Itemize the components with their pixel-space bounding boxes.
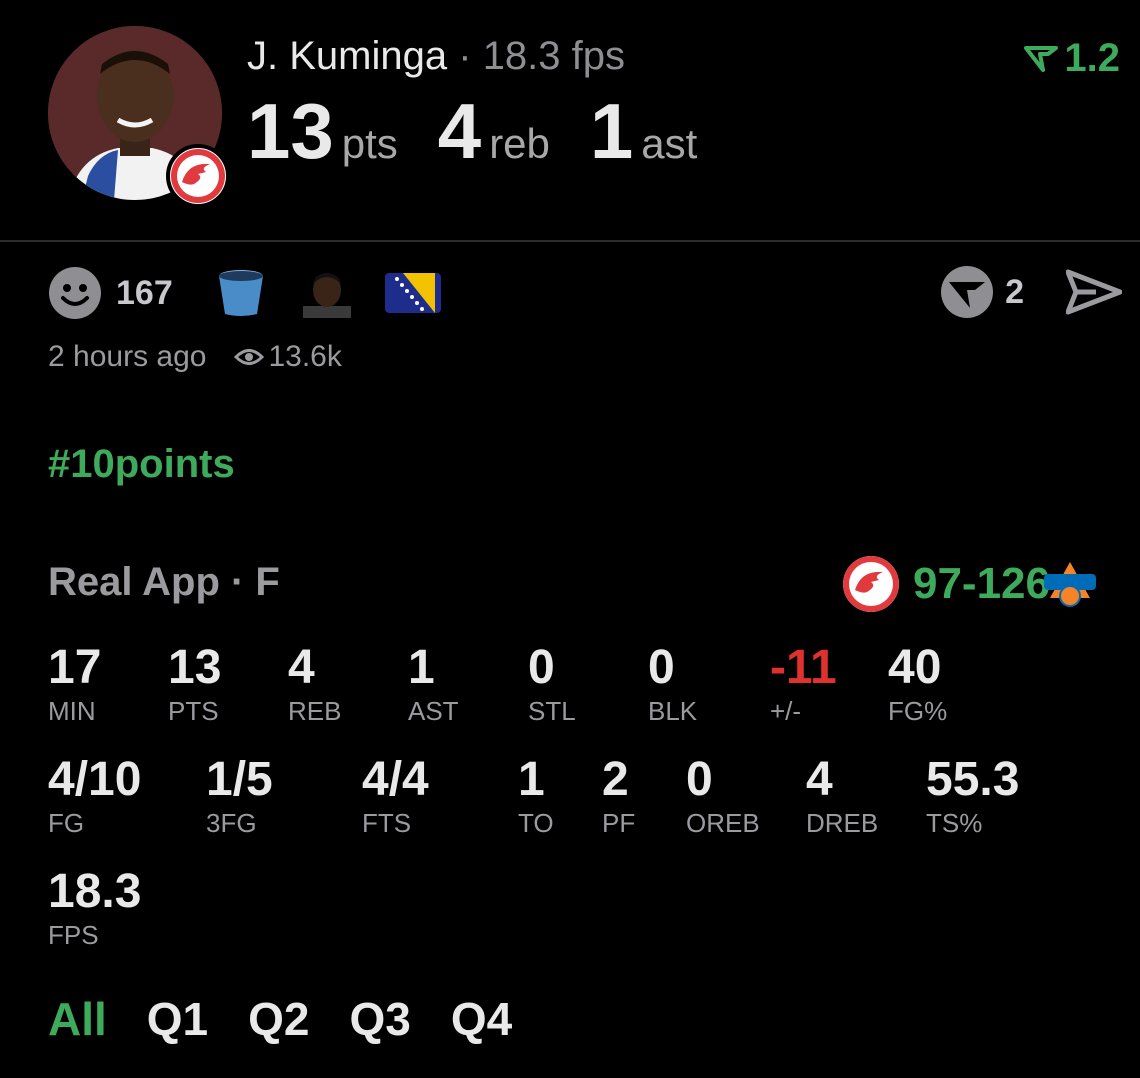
stat-label: 3FG [206, 808, 257, 838]
headline-stats: 13 pts 4 reb 1 ast [247, 86, 737, 177]
stat-label: REB [288, 696, 342, 726]
reactions-row: 167 [48, 266, 471, 320]
stat-stl: 0 STL [528, 642, 576, 728]
stat-label: TO [518, 808, 554, 838]
name-separator: · [458, 34, 472, 78]
stat-label: DREB [806, 808, 879, 838]
boost-count: 2 [1005, 272, 1024, 311]
stat-dreb: 4 DREB [806, 754, 878, 840]
view-count-group: 13.6k [234, 340, 342, 374]
stat-oreb: 0 OREB [686, 754, 760, 840]
stat-fts: 4/4 FTS [362, 754, 429, 840]
stat-ast: 1 AST [408, 642, 459, 728]
stat-value: 13 [168, 641, 222, 694]
player-fps: 18.3 fps [482, 34, 626, 78]
stat-label: +/- [770, 696, 802, 726]
header-divider [0, 240, 1140, 242]
stat-min: 17 MIN [48, 642, 101, 728]
stat-value: 0 [686, 753, 713, 806]
stat-to: 1 TO [518, 754, 554, 840]
player-face-emoji-icon[interactable] [299, 268, 355, 318]
player-header: J. Kuminga · 18.3 fps 13 pts 4 reb 1 ast… [0, 0, 1140, 240]
boost-badge[interactable]: 1.2 [1024, 36, 1120, 81]
send-icon[interactable] [1066, 268, 1122, 316]
stat-label: TS% [926, 808, 983, 838]
stat-value: 17 [48, 641, 102, 694]
stat-value: 4/10 [48, 753, 142, 806]
stat-fps: 18.3 FPS [48, 866, 141, 952]
ast-unit: ast [641, 120, 698, 167]
stat-value: 4 [288, 641, 315, 694]
stat-label: FPS [48, 920, 99, 950]
post-meta: 2 hours ago 13.6k [48, 340, 342, 374]
hawks-logo-icon [166, 144, 230, 208]
stat-value: 1/5 [206, 753, 273, 806]
tab-q2[interactable]: Q2 [248, 992, 309, 1046]
stat-pf: 2 PF [602, 754, 635, 840]
reb-value: 4 [437, 87, 482, 175]
stat-value: 55.3 [926, 753, 1020, 806]
stat-pts: 13 PTS [168, 642, 221, 728]
tab-q3[interactable]: Q3 [350, 992, 411, 1046]
smile-reaction-icon[interactable] [48, 266, 102, 320]
ast-value: 1 [589, 87, 634, 175]
stat-fg: 4/10 FG [48, 754, 141, 840]
player-name[interactable]: J. Kuminga [247, 34, 447, 78]
boost-circle-icon[interactable] [939, 264, 995, 320]
stat-value: 4 [806, 753, 833, 806]
stat-value: 4/4 [362, 753, 429, 806]
stat-label: FTS [362, 808, 412, 838]
player-name-line: J. Kuminga · 18.3 fps [247, 34, 625, 79]
boost-value: 1.2 [1064, 36, 1120, 80]
reaction-count: 167 [116, 273, 173, 312]
game-source: Real App · F [48, 560, 280, 604]
game-score[interactable]: 97-126 [842, 556, 1050, 612]
stat-label: AST [408, 696, 459, 726]
stat-label: PF [602, 808, 636, 838]
stat-plus-minus: -11 +/- [770, 642, 837, 728]
stat-reb: 4 REB [288, 642, 341, 728]
hashtag-link[interactable]: #10points [48, 442, 235, 487]
stat-fg-pct: 40 FG% [888, 642, 947, 728]
stat-label: MIN [48, 696, 96, 726]
stat-value: 0 [648, 641, 675, 694]
stat-ts-pct: 55.3 TS% [926, 754, 1019, 840]
bosnia-flag-icon[interactable] [384, 268, 441, 318]
score-value: 97-126 [912, 559, 1050, 608]
stat-label: FG% [888, 696, 948, 726]
reb-unit: reb [489, 120, 550, 167]
stat-value: 1 [518, 753, 545, 806]
stat-value: 2 [602, 753, 629, 806]
stat-value: 1 [408, 641, 435, 694]
post-actions: 2 [939, 264, 1122, 320]
pts-value: 13 [247, 87, 334, 175]
stat-value: 40 [888, 641, 942, 694]
boost-v-icon [1024, 45, 1059, 72]
pts-unit: pts [341, 120, 398, 167]
stat-value: 18.3 [48, 865, 142, 918]
eye-icon [234, 349, 265, 365]
stat-value: -11 [770, 641, 837, 694]
stat-label: OREB [686, 808, 760, 838]
stat-blk: 0 BLK [648, 642, 697, 728]
quarter-tabs: All Q1 Q2 Q3 Q4 [48, 992, 552, 1046]
post-time: 2 hours ago [48, 340, 207, 373]
hawks-logo-icon [842, 556, 899, 612]
stat-label: FG [48, 808, 85, 838]
knicks-logo-icon [1044, 562, 1096, 607]
stat-value: 0 [528, 641, 555, 694]
view-count: 13.6k [268, 340, 342, 373]
tab-q4[interactable]: Q4 [451, 992, 512, 1046]
tab-all[interactable]: All [48, 992, 107, 1046]
stat-label: STL [528, 696, 576, 726]
bucket-emoji-icon[interactable] [213, 268, 269, 318]
tab-q1[interactable]: Q1 [147, 992, 208, 1046]
stat-label: PTS [168, 696, 219, 726]
stat-label: BLK [648, 696, 698, 726]
stat-3fg: 1/5 3FG [206, 754, 273, 840]
